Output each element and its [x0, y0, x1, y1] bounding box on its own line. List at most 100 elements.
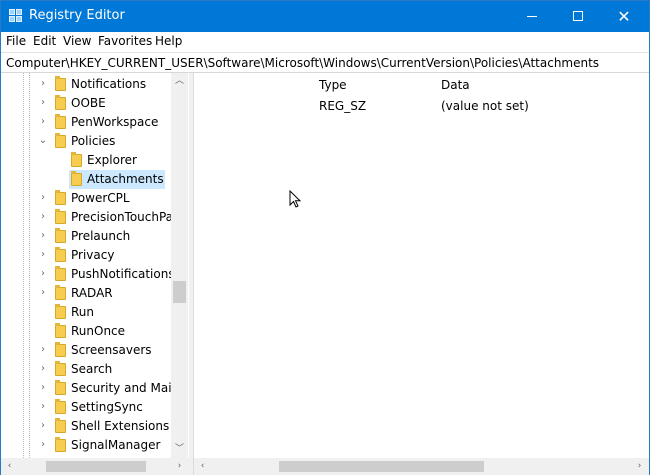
scroll-left-icon[interactable]: ‹	[194, 458, 211, 475]
minimize-icon	[527, 16, 537, 17]
chevron-right-icon[interactable]: ›	[38, 439, 48, 451]
chevron-right-icon[interactable]: ›	[38, 344, 48, 356]
scroll-right-icon[interactable]: ›	[631, 458, 648, 475]
scroll-down-icon[interactable]: ﹀	[171, 441, 188, 458]
column-header-type[interactable]: Type	[319, 78, 347, 92]
close-button[interactable]: ✕	[601, 1, 647, 32]
tree-item[interactable]: ⌄ Policies	[1, 132, 171, 151]
registry-editor-icon	[9, 9, 23, 23]
tree-item[interactable]: › Prelaunch	[1, 227, 171, 246]
chevron-right-icon[interactable]: ›	[38, 420, 48, 432]
scroll-up-icon[interactable]: ︿	[171, 73, 188, 90]
folder-icon	[55, 285, 66, 300]
maximize-icon	[573, 11, 583, 21]
chevron-right-icon[interactable]: ›	[38, 287, 48, 299]
tree-item[interactable]: › Security and Maint	[1, 379, 184, 398]
scroll-left-icon[interactable]: ‹	[1, 458, 18, 475]
folder-icon	[55, 418, 66, 433]
value-data-cell[interactable]: (value not set)	[441, 99, 529, 113]
tree-item-label: PushNotifications	[71, 267, 175, 281]
tree-item-label: OOBE	[71, 96, 106, 110]
scroll-right-icon[interactable]: ›	[171, 458, 188, 475]
folder-icon	[71, 171, 82, 186]
menu-file[interactable]: File	[6, 34, 26, 48]
tree-item[interactable]: Attachments	[1, 170, 171, 189]
folder-icon	[55, 247, 66, 262]
folder-icon	[55, 95, 66, 110]
tree-item[interactable]: › Privacy	[1, 246, 171, 265]
tree-item-label: Policies	[71, 134, 116, 148]
tree-item[interactable]: › PenWorkspace	[1, 113, 171, 132]
folder-icon	[55, 361, 66, 376]
tree-item[interactable]: › RADAR	[1, 284, 171, 303]
folder-icon	[71, 152, 82, 167]
tree-item[interactable]: › Search	[1, 360, 171, 379]
tree-item[interactable]: Explorer	[1, 151, 171, 170]
column-header-data[interactable]: Data	[441, 78, 470, 92]
tree-item-label: Shell Extensions	[71, 419, 170, 433]
menu-view[interactable]: View	[63, 34, 91, 48]
tree-item-label: Notifications	[71, 77, 147, 91]
menu-help[interactable]: Help	[155, 34, 182, 48]
chevron-right-icon[interactable]: ›	[38, 268, 48, 280]
tree-item-label: Search	[71, 362, 113, 376]
menu-favorites[interactable]: Favorites	[98, 34, 152, 48]
folder-icon	[55, 114, 66, 129]
address-path[interactable]: Computer\HKEY_CURRENT_USER\Software\Micr…	[6, 56, 599, 70]
tree-item-label: PrecisionTouchPad	[71, 210, 181, 224]
tree-item[interactable]: › SignalManager	[1, 436, 171, 455]
chevron-right-icon[interactable]: ›	[38, 78, 48, 90]
address-bar[interactable]: Computer\HKEY_CURRENT_USER\Software\Micr…	[1, 52, 649, 73]
tree-item-label: Run	[71, 305, 95, 319]
key-tree-pane[interactable]: › Notifications › OOBE › PenWorkspace ⌄ Policie…	[1, 73, 189, 458]
chevron-down-icon[interactable]: ⌄	[38, 135, 48, 147]
tree-item-label: Attachments	[87, 172, 164, 186]
registry-editor-window: Registry Editor ✕ File Edit View Favorit…	[0, 0, 650, 475]
tree-item[interactable]: › Notifications	[1, 75, 171, 94]
chevron-right-icon[interactable]: ›	[38, 97, 48, 109]
chevron-right-icon[interactable]: ›	[38, 401, 48, 413]
minimize-button[interactable]	[509, 1, 555, 32]
tree-item-label: SignalManager	[71, 438, 161, 452]
chevron-right-icon[interactable]: ›	[38, 382, 48, 394]
folder-icon	[55, 304, 66, 319]
values-hscroll-thumb[interactable]	[279, 461, 484, 472]
tree-item-label: PowerCPL	[71, 191, 130, 205]
chevron-right-icon[interactable]: ›	[38, 211, 48, 223]
tree-item[interactable]: › PowerCPL	[1, 189, 171, 208]
chevron-right-icon[interactable]: ›	[38, 249, 48, 261]
tree-item[interactable]: › PrecisionTouchPad	[1, 208, 181, 227]
folder-icon	[55, 380, 66, 395]
tree-hscroll-thumb[interactable]	[46, 461, 146, 472]
tree-item[interactable]: › PushNotifications	[1, 265, 175, 284]
values-pane[interactable]: Type Data REG_SZ (value not set)	[194, 73, 649, 458]
mouse-cursor-icon	[289, 190, 302, 208]
tree-item[interactable]: › Shell Extensions	[1, 417, 171, 436]
chevron-right-icon[interactable]: ›	[38, 363, 48, 375]
tree-scroll-thumb[interactable]	[173, 281, 186, 303]
chevron-right-icon[interactable]: ›	[38, 192, 48, 204]
folder-icon	[55, 133, 66, 148]
folder-icon	[55, 76, 66, 91]
tree-item[interactable]: RunOnce	[1, 322, 171, 341]
title-bar[interactable]: Registry Editor ✕	[1, 1, 649, 32]
menu-edit[interactable]: Edit	[33, 34, 56, 48]
chevron-right-icon[interactable]: ›	[38, 230, 48, 242]
tree-item[interactable]: › Screensavers	[1, 341, 171, 360]
window-title: Registry Editor	[29, 8, 125, 23]
tree-item[interactable]: › OOBE	[1, 94, 171, 113]
tree-item-label: Security and Maint	[71, 381, 184, 395]
tree-item[interactable]: Run	[1, 303, 171, 322]
tree-item-label: Prelaunch	[71, 229, 131, 243]
tree-horizontal-scrollbar[interactable]: ‹ ›	[1, 458, 189, 475]
tree-item-label: PenWorkspace	[71, 115, 159, 129]
tree-item[interactable]: › SettingSync	[1, 398, 171, 417]
folder-icon	[55, 228, 66, 243]
value-type-cell[interactable]: REG_SZ	[319, 99, 366, 113]
values-horizontal-scrollbar[interactable]: ‹ ›	[194, 458, 649, 475]
close-icon: ✕	[617, 7, 631, 26]
chevron-right-icon[interactable]: ›	[38, 116, 48, 128]
tree-vertical-scrollbar[interactable]: ︿ ﹀	[171, 73, 188, 458]
maximize-button[interactable]	[555, 1, 601, 32]
folder-icon	[55, 437, 66, 452]
